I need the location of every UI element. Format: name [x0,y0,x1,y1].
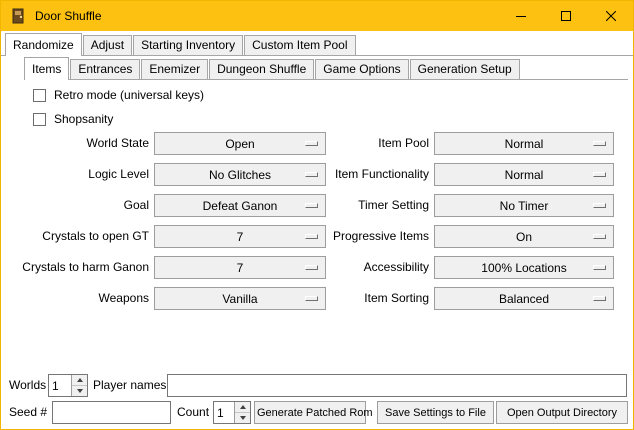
minimize-icon [516,11,526,21]
count-spin-arrows [234,402,250,423]
item-functionality-label: Item Functionality [296,163,429,186]
maximize-icon [561,11,571,21]
maximize-button[interactable] [543,1,588,31]
count-spinbox [213,401,251,424]
close-icon [606,11,616,21]
item-sorting-dropdown[interactable]: Balanced [434,287,614,310]
outer-tab-strip: Randomize Adjust Starting Inventory Cust… [5,33,357,55]
player-names-label: Player names [93,374,166,397]
logic-level-label: Logic Level [9,163,149,186]
dropdown-indicator-icon [593,296,606,301]
tab-dungeon-shuffle[interactable]: Dungeon Shuffle [209,59,314,79]
retro-mode-checkbox[interactable] [33,89,46,102]
accessibility-value: 100% Locations [481,261,566,275]
tab-game-options[interactable]: Game Options [315,59,408,79]
dropdown-indicator-icon [593,234,606,239]
progressive-items-label: Progressive Items [296,225,429,248]
save-settings-button[interactable]: Save Settings to File [377,401,494,424]
outer-notebook-border [1,55,633,56]
goal-value: Defeat Ganon [203,199,278,213]
item-pool-dropdown[interactable]: Normal [434,132,614,155]
crystals-gt-label: Crystals to open GT [9,225,149,248]
count-label: Count [177,401,209,424]
inner-notebook-border [24,79,628,80]
worlds-label: Worlds [9,374,46,397]
item-functionality-value: Normal [505,168,544,182]
item-sorting-value: Balanced [499,292,549,306]
world-state-value: Open [225,137,254,151]
dropdown-indicator-icon [593,203,606,208]
window-title: Door Shuffle [35,9,102,23]
world-state-label: World State [9,132,149,155]
tab-randomize[interactable]: Randomize [5,33,82,56]
spin-up-icon[interactable] [72,375,87,386]
accessibility-dropdown[interactable]: 100% Locations [434,256,614,279]
item-functionality-dropdown[interactable]: Normal [434,163,614,186]
tab-adjust[interactable]: Adjust [83,35,132,55]
crystals-ganon-label: Crystals to harm Ganon [9,256,149,279]
spin-up-icon[interactable] [235,402,250,413]
tab-starting-inventory[interactable]: Starting Inventory [133,35,243,55]
tab-enemizer[interactable]: Enemizer [141,59,208,79]
count-input[interactable] [214,402,234,423]
dropdown-indicator-icon [593,265,606,270]
accessibility-label: Accessibility [296,256,429,279]
goal-label: Goal [9,194,149,217]
weapons-label: Weapons [9,287,149,310]
window-controls [498,1,633,31]
player-names-input[interactable] [167,374,627,397]
shopsanity-checkbox[interactable] [33,113,46,126]
minimize-button[interactable] [498,1,543,31]
timer-setting-dropdown[interactable]: No Timer [434,194,614,217]
dropdown-indicator-icon [593,172,606,177]
app-window: Door Shuffle Randomize Adjust Starting I… [0,0,634,430]
worlds-spin-arrows [71,375,87,396]
weapons-value: Vanilla [222,292,257,306]
item-sorting-label: Item Sorting [296,287,429,310]
seed-input[interactable] [52,401,171,424]
shopsanity-label: Shopsanity [54,112,113,126]
tab-custom-item-pool[interactable]: Custom Item Pool [244,35,355,55]
shopsanity-row: Shopsanity [33,111,113,127]
logic-level-value: No Glitches [209,168,271,182]
inner-tab-strip: Items Entrances Enemizer Dungeon Shuffle… [24,57,521,79]
progressive-items-value: On [516,230,532,244]
spin-down-icon[interactable] [72,386,87,396]
retro-mode-label: Retro mode (universal keys) [54,88,204,102]
timer-setting-value: No Timer [500,199,549,213]
worlds-input[interactable] [49,375,71,396]
crystals-ganon-value: 7 [237,261,244,275]
app-icon [10,8,26,24]
progressive-items-dropdown[interactable]: On [434,225,614,248]
generate-rom-button[interactable]: Generate Patched Rom [254,401,366,424]
dropdown-indicator-icon [593,141,606,146]
close-button[interactable] [588,1,633,31]
timer-setting-label: Timer Setting [296,194,429,217]
crystals-gt-value: 7 [237,230,244,244]
spin-down-icon[interactable] [235,413,250,423]
tab-items[interactable]: Items [24,57,69,80]
worlds-spinbox [48,374,88,397]
retro-mode-row: Retro mode (universal keys) [33,87,204,103]
tab-generation-setup[interactable]: Generation Setup [410,59,520,79]
title-bar[interactable]: Door Shuffle [1,1,633,31]
item-pool-label: Item Pool [296,132,429,155]
open-output-button[interactable]: Open Output Directory [496,401,628,424]
item-pool-value: Normal [505,137,544,151]
tab-entrances[interactable]: Entrances [70,59,140,79]
seed-label: Seed # [9,401,47,424]
